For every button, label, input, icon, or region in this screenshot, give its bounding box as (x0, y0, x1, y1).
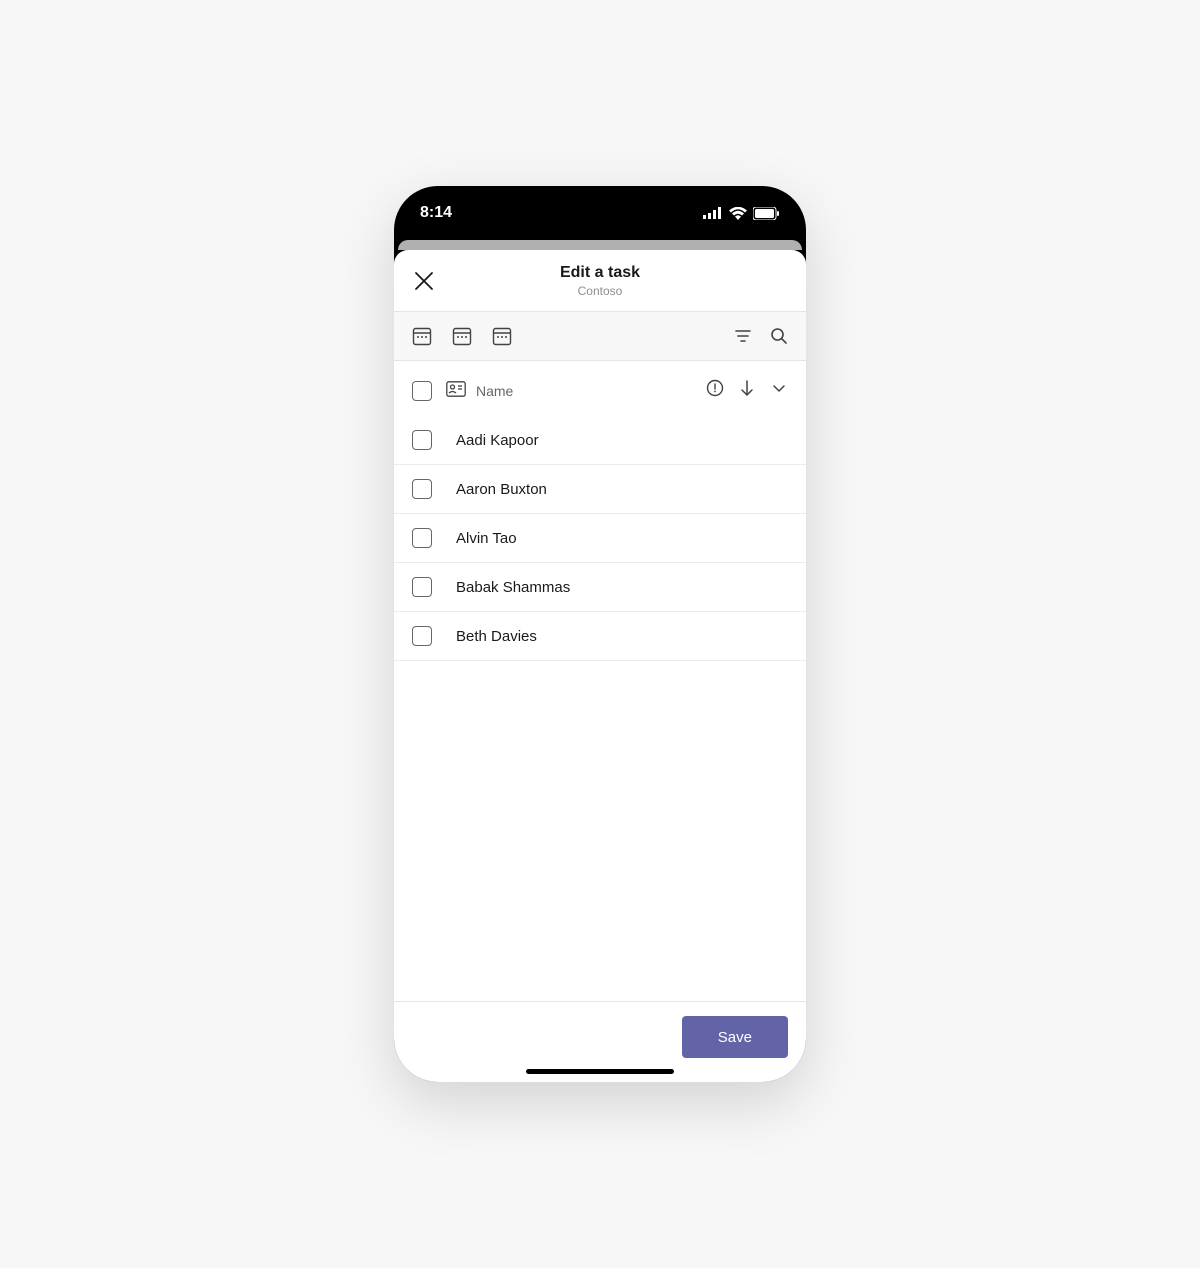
phone-frame: 8:14 Edit a task Contoso (394, 186, 806, 1082)
filter-icon (734, 327, 752, 345)
row-checkbox[interactable] (412, 528, 432, 548)
sheet-backdrop (398, 240, 802, 250)
row-checkbox[interactable] (412, 430, 432, 450)
search-button[interactable] (770, 327, 788, 345)
save-button[interactable]: Save (682, 1016, 788, 1058)
close-button[interactable] (412, 269, 436, 293)
person-name: Aaron Buxton (456, 481, 547, 498)
calendar-icon (452, 326, 472, 346)
close-icon (414, 271, 434, 291)
status-bar: 8:14 (394, 186, 806, 240)
calendar-view-2-button[interactable] (452, 326, 472, 346)
name-column-label: Name (476, 383, 513, 399)
cellular-icon (703, 207, 723, 219)
contact-card-icon (446, 381, 466, 400)
list-item[interactable]: Alvin Tao (394, 514, 806, 563)
row-checkbox[interactable] (412, 626, 432, 646)
list-item[interactable]: Aadi Kapoor (394, 416, 806, 465)
person-name: Babak Shammas (456, 579, 570, 596)
list-item[interactable]: Beth Davies (394, 612, 806, 661)
calendar-icon (492, 326, 512, 346)
people-list: Name Aadi Kapoor (394, 361, 806, 1001)
info-button[interactable] (706, 379, 724, 402)
person-name: Aadi Kapoor (456, 432, 539, 449)
person-name: Beth Davies (456, 628, 537, 645)
calendar-view-1-button[interactable] (412, 326, 432, 346)
search-icon (770, 327, 788, 345)
select-all-checkbox[interactable] (412, 381, 432, 401)
alert-circle-icon (706, 379, 724, 397)
calendar-view-3-button[interactable] (492, 326, 512, 346)
row-checkbox[interactable] (412, 577, 432, 597)
chevron-down-icon (770, 379, 788, 397)
wifi-icon (729, 207, 747, 220)
page-title: Edit a task (560, 264, 640, 282)
list-item[interactable]: Aaron Buxton (394, 465, 806, 514)
expand-button[interactable] (770, 379, 788, 402)
list-item[interactable]: Babak Shammas (394, 563, 806, 612)
toolbar (394, 312, 806, 361)
page-subtitle: Contoso (560, 284, 640, 298)
person-name: Alvin Tao (456, 530, 517, 547)
list-header: Name (394, 361, 806, 416)
arrow-down-icon (738, 379, 756, 397)
battery-icon (753, 207, 780, 220)
filter-button[interactable] (734, 327, 752, 345)
sort-button[interactable] (738, 379, 756, 402)
modal-sheet: Edit a task Contoso (394, 250, 806, 1082)
row-checkbox[interactable] (412, 479, 432, 499)
nav-bar: Edit a task Contoso (394, 250, 806, 312)
home-indicator[interactable] (526, 1069, 674, 1074)
status-time: 8:14 (420, 204, 452, 222)
calendar-icon (412, 326, 432, 346)
